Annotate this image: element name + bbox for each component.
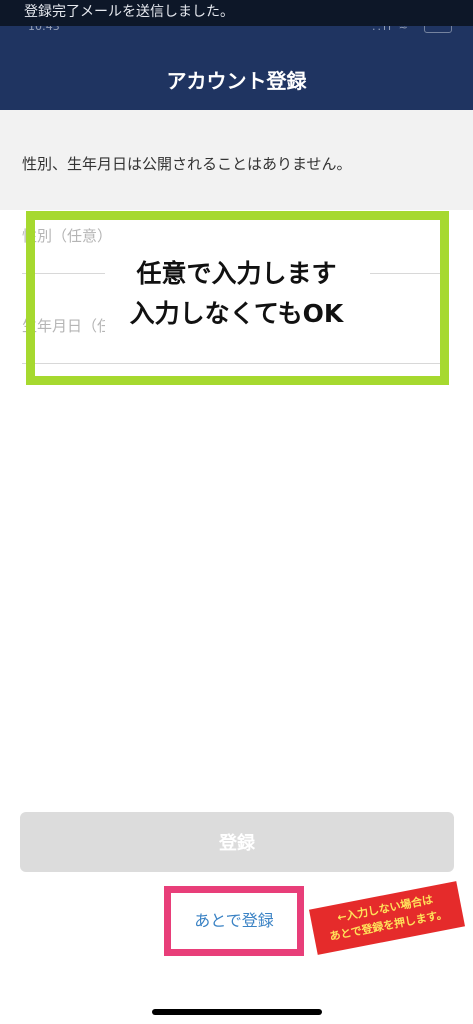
page-title: アカウント登録 xyxy=(166,69,307,93)
later-highlight-box: あとで登録 xyxy=(164,886,304,956)
register-button[interactable]: 登録 xyxy=(20,812,454,872)
toast-message: 登録完了メールを送信しました。 xyxy=(0,0,473,26)
annotation-callout: ←入力しない場合は あとで登録を押します。 xyxy=(308,881,466,955)
home-indicator[interactable] xyxy=(152,1009,322,1015)
annotation-text-line1: 任意で入力します xyxy=(136,259,337,288)
notice-text: 性別、生年月日は公開されることはありません。 xyxy=(22,155,352,173)
annotation-text-line2: 入力しなくてもOK xyxy=(129,299,344,328)
register-later-link[interactable]: あとで登録 xyxy=(171,893,297,949)
